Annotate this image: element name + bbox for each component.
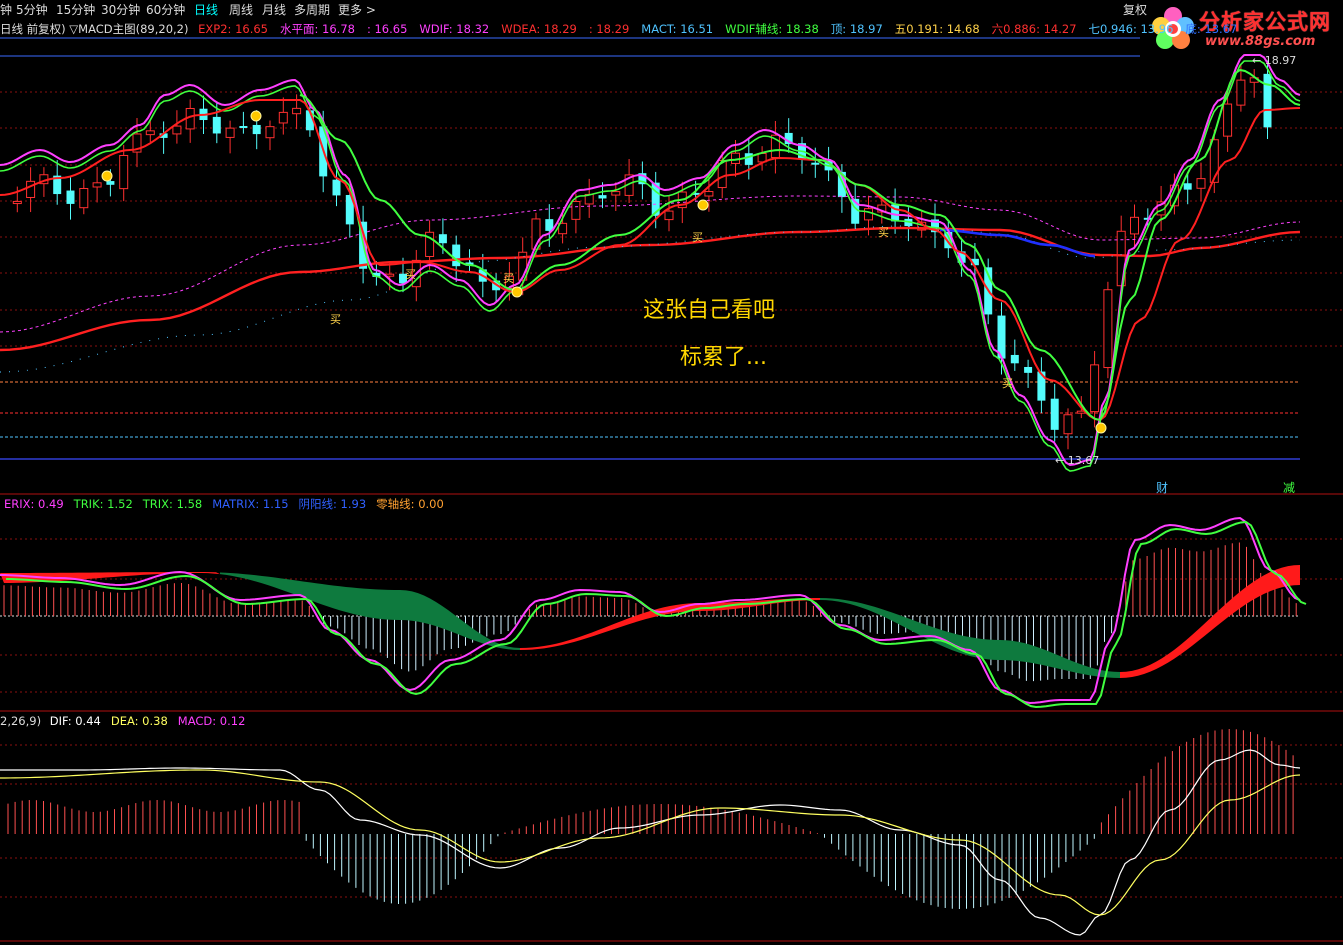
candle-body	[225, 127, 235, 138]
low-price-label: ← 13.67	[1055, 454, 1100, 467]
candle-body	[12, 200, 22, 205]
buy-signal-label: 买	[1002, 377, 1013, 390]
candle-body	[265, 126, 275, 139]
annotation-note-2: 标累了...	[680, 345, 767, 370]
candle-body	[79, 188, 89, 209]
candle-body	[292, 107, 302, 115]
candle-body	[66, 190, 75, 204]
candle-body	[172, 125, 182, 135]
candle-body	[1050, 398, 1059, 430]
candle-body	[119, 154, 129, 190]
candle-body	[611, 191, 621, 196]
candle-body	[1236, 79, 1246, 106]
candle-body	[278, 111, 288, 124]
candle-body	[1183, 183, 1192, 190]
candle-body	[438, 234, 447, 244]
trix-ribbon	[820, 598, 1120, 678]
ma-red-line	[0, 99, 1301, 422]
high-price-label: ← 18.97	[1252, 54, 1297, 67]
stock-chart[interactable]	[0, 0, 1343, 945]
dea-line	[0, 769, 1301, 916]
candle-body	[744, 153, 753, 165]
candle-body	[145, 130, 155, 136]
candle-body	[1063, 414, 1073, 435]
candle-body	[1263, 73, 1272, 128]
signal-dot	[250, 110, 262, 122]
candle-body	[598, 195, 607, 199]
tag-jian: 减	[1283, 481, 1296, 495]
candle-body	[452, 244, 461, 267]
signal-dot	[101, 170, 113, 182]
candle-body	[1024, 366, 1033, 373]
candle-body	[1010, 354, 1019, 364]
candle-body	[664, 210, 674, 221]
candle-body	[1103, 289, 1113, 369]
candle-body	[811, 162, 820, 165]
candle-body	[1090, 364, 1100, 413]
candle-body	[1223, 103, 1233, 137]
candle-body	[332, 179, 341, 196]
candle-body	[239, 126, 248, 129]
candle-body	[26, 180, 36, 198]
trix-ribbon	[220, 572, 520, 650]
signal-dot	[511, 286, 523, 298]
buy-signal-label: 买	[503, 272, 514, 285]
signal-dot	[1095, 422, 1107, 434]
dif-line	[0, 749, 1301, 936]
candle-body	[1196, 178, 1206, 189]
buy-signal-label: 买	[878, 226, 889, 239]
candle-body	[252, 124, 261, 135]
annotation-note-1: 这张自己看吧	[643, 298, 776, 323]
candle-body	[704, 191, 714, 197]
candle-body	[1130, 216, 1139, 235]
signal-dot	[697, 199, 709, 211]
buy-signal-label: 买	[405, 268, 416, 281]
candle-body	[864, 208, 873, 221]
candle-body	[92, 182, 102, 188]
candle-body	[106, 181, 115, 185]
buy-signal-label: 买	[692, 231, 703, 244]
candle-body	[571, 200, 581, 220]
tag-cai: 财	[1156, 481, 1169, 495]
ma-green-line	[299, 68, 1301, 422]
wdif-line	[0, 54, 1301, 467]
candle-body	[212, 116, 221, 134]
buy-signal-label: 买	[330, 313, 341, 326]
